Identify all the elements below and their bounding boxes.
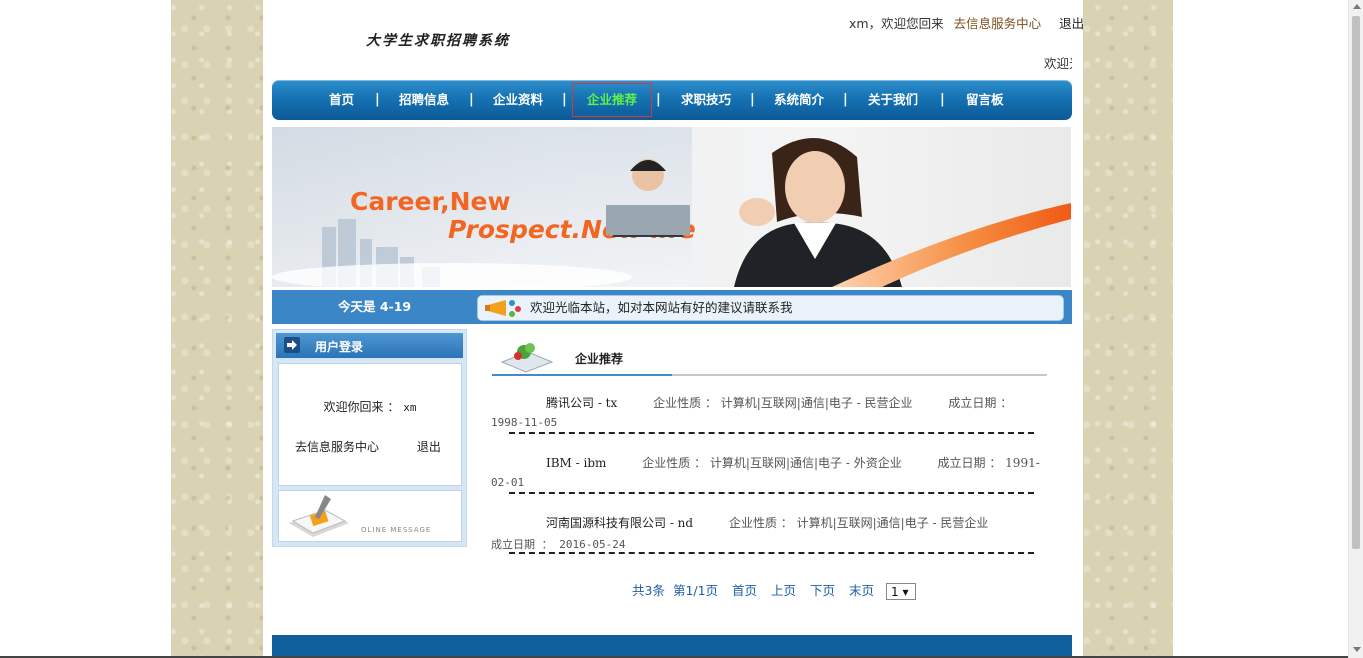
company-name-link[interactable]: 河南国源科技有限公司 - nd bbox=[546, 516, 693, 530]
welcome-marquee: 欢迎光临本站 bbox=[1044, 56, 1072, 71]
dashed-divider bbox=[509, 552, 1034, 554]
company-founded-label: 成立日期 ： bbox=[948, 396, 1013, 410]
company-item: 腾讯公司 - tx 企业性质 ： 计算机|互联网|通信|电子 - 民营企业 成立… bbox=[491, 394, 1041, 454]
top-user-links: xm，欢迎您回来 去信息服务中心 退出 bbox=[849, 13, 1084, 32]
nav-separator: | bbox=[656, 92, 661, 107]
arrow-right-icon bbox=[284, 337, 300, 353]
nav-company-info[interactable]: 企业资料 bbox=[493, 80, 543, 120]
pager-first[interactable]: 首页 bbox=[732, 583, 757, 598]
today-date: 今天是 4-19 bbox=[338, 299, 412, 314]
company-founded-date: 1998-11-05 bbox=[491, 416, 558, 429]
right-gutter bbox=[1173, 0, 1348, 658]
user-login-panel: 用户登录 欢迎你回来 ： xm 去信息服务中心 退出 OLINE MESSAGE bbox=[272, 329, 467, 547]
login-links: 去信息服务中心 退出 bbox=[295, 438, 441, 455]
pager-next[interactable]: 下页 bbox=[810, 583, 835, 598]
online-message-button[interactable]: OLINE MESSAGE bbox=[278, 490, 462, 542]
scrollbar-thumb[interactable] bbox=[1352, 16, 1360, 549]
nav-separator: | bbox=[750, 92, 755, 107]
login-panel-title: 用户登录 bbox=[315, 340, 364, 354]
nav-message-board[interactable]: 留言板 bbox=[966, 80, 1004, 120]
nav-separator: | bbox=[562, 92, 567, 107]
nav-home[interactable]: 首页 bbox=[329, 80, 354, 120]
scroll-down-icon[interactable] bbox=[1353, 647, 1361, 652]
company-nature: 企业性质 ： 计算机|互联网|通信|电子 - 民营企业 bbox=[653, 396, 913, 410]
section-divider-accent bbox=[492, 374, 672, 376]
nav-separator: | bbox=[375, 92, 380, 107]
nav-about-us[interactable]: 关于我们 bbox=[868, 80, 918, 120]
pagination: 共3条 第1/1页 首页 上页 下页 末页 1 ▾ bbox=[632, 580, 926, 600]
hero-banner: Career,New Prospect.New life bbox=[272, 127, 1071, 287]
company-name-link[interactable]: 腾讯公司 - tx bbox=[546, 396, 617, 410]
site-logo: 大学生求职招聘系统 bbox=[366, 33, 510, 49]
logout-link[interactable]: 退出 bbox=[1059, 16, 1084, 31]
section-title: 企业推荐 bbox=[575, 352, 624, 366]
megaphone-icon bbox=[485, 300, 521, 317]
dashed-divider bbox=[509, 492, 1034, 494]
dashed-divider bbox=[509, 432, 1034, 434]
main-nav: 首页 | 招聘信息 | 企业资料 | 企业推荐 | 求职技巧 | 系统简介 | … bbox=[272, 80, 1072, 120]
login-welcome-prefix: 欢迎你回来 ： bbox=[323, 400, 400, 414]
company-founded-date: 02-01 bbox=[491, 476, 525, 489]
nav-job-tips[interactable]: 求职技巧 bbox=[681, 80, 731, 120]
pager-page-info: 第1/1页 bbox=[672, 583, 719, 598]
company-list: 腾讯公司 - tx 企业性质 ： 计算机|互联网|通信|电子 - 民营企业 成立… bbox=[491, 394, 1041, 574]
businesswoman-icon bbox=[734, 137, 902, 287]
nav-separator: | bbox=[469, 92, 474, 107]
scroll-up-icon[interactable] bbox=[1353, 4, 1361, 9]
nav-separator: | bbox=[940, 92, 945, 107]
nav-company-recommend[interactable]: 企业推荐 bbox=[572, 83, 653, 117]
info-bar: 今天是 4-19 欢迎光临本站，如对本网站有好的建议请联系我 bbox=[272, 290, 1072, 324]
login-service-center-link[interactable]: 去信息服务中心 bbox=[295, 440, 379, 454]
company-name-link[interactable]: IBM - ibm bbox=[546, 456, 606, 470]
company-founded-date: 成立日期 ： 2016-05-24 bbox=[491, 538, 626, 551]
vertical-scrollbar[interactable] bbox=[1348, 0, 1363, 658]
banner-illustration: Career,New Prospect.New life bbox=[272, 127, 1071, 287]
user-greeting: xm，欢迎您回来 bbox=[849, 16, 944, 31]
company-nature: 企业性质 ： 计算机|互联网|通信|电子 - 民营企业 bbox=[728, 516, 989, 530]
service-center-link[interactable]: 去信息服务中心 bbox=[954, 16, 1042, 31]
left-gutter bbox=[0, 0, 171, 658]
login-username: xm bbox=[403, 401, 417, 414]
company-nature: 企业性质 ： 计算机|互联网|通信|电子 - 外资企业 bbox=[642, 456, 902, 470]
message-pen-icon bbox=[289, 495, 349, 537]
company-item: IBM - ibm 企业性质 ： 计算机|互联网|通信|电子 - 外资企业 成立… bbox=[491, 454, 1041, 514]
login-panel-header: 用户登录 bbox=[276, 333, 463, 358]
nav-system-intro[interactable]: 系统简介 bbox=[774, 80, 824, 120]
company-founded-label: 成立日期 ： 1991- bbox=[937, 456, 1040, 470]
pager-prev[interactable]: 上页 bbox=[771, 583, 796, 598]
company-item: 河南国源科技有限公司 - nd 企业性质 ： 计算机|互联网|通信|电子 - 民… bbox=[491, 514, 1041, 574]
section-header: 企业推荐 bbox=[492, 338, 1047, 376]
login-panel-body: 欢迎你回来 ： xm 去信息服务中心 退出 bbox=[278, 363, 462, 486]
login-logout-link[interactable]: 退出 bbox=[417, 440, 441, 454]
nav-jobs[interactable]: 招聘信息 bbox=[399, 80, 449, 120]
pager-total: 共3条 bbox=[632, 583, 665, 598]
login-welcome: 欢迎你回来 ： xm bbox=[279, 398, 461, 415]
online-message-label: OLINE MESSAGE bbox=[361, 526, 432, 534]
salad-plate-icon bbox=[500, 343, 554, 373]
footer-bar bbox=[272, 635, 1072, 658]
pager-last[interactable]: 末页 bbox=[849, 583, 874, 598]
notice-box: 欢迎光临本站，如对本网站有好的建议请联系我 bbox=[477, 295, 1064, 321]
nav-separator: | bbox=[843, 92, 848, 107]
banner-line1: Career,New bbox=[350, 187, 511, 216]
notice-text: 欢迎光临本站，如对本网站有好的建议请联系我 bbox=[530, 300, 793, 315]
page-select[interactable]: 1 ▾ bbox=[886, 583, 917, 600]
